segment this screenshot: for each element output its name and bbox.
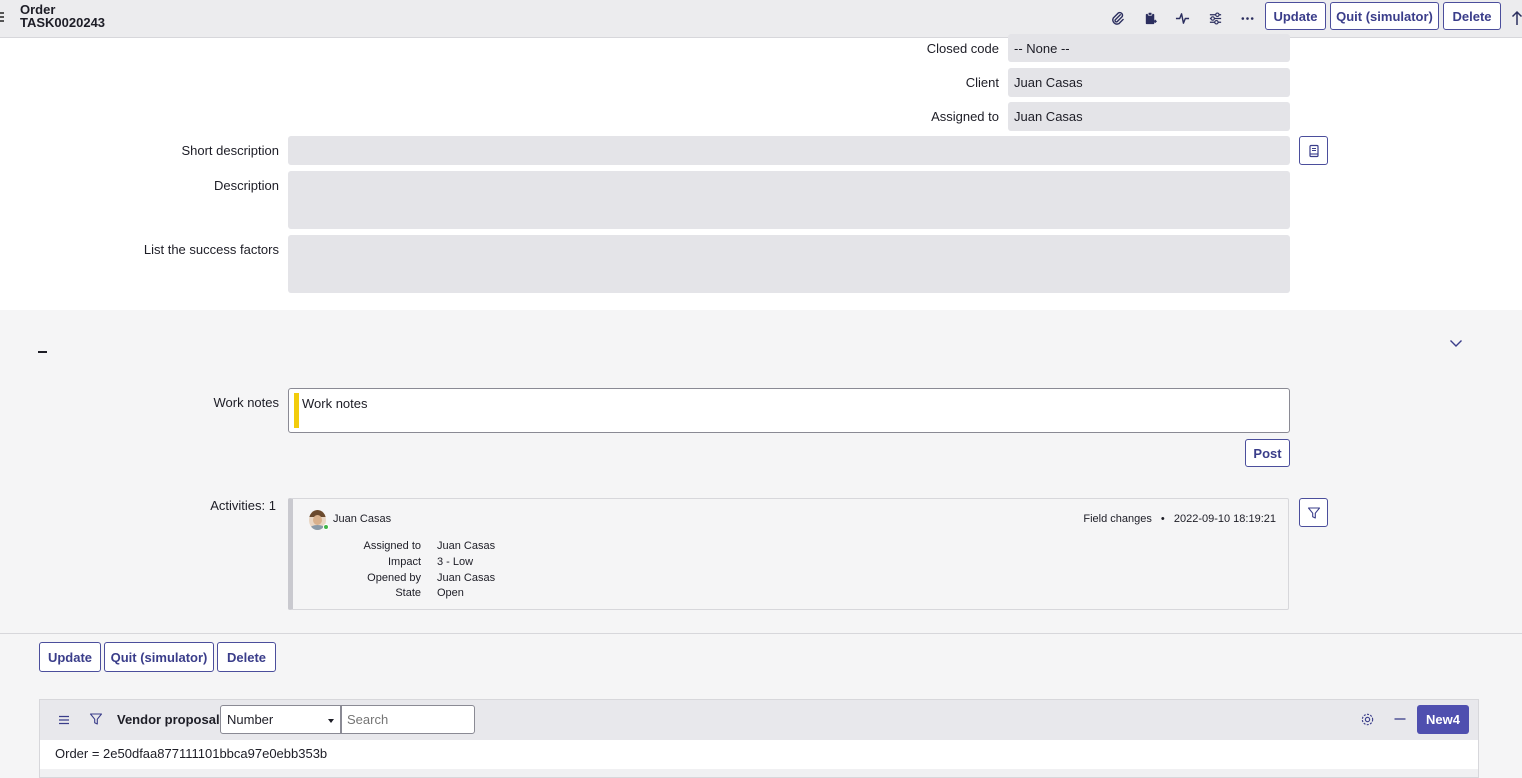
gear-icon[interactable] [1360,712,1375,727]
work-notes-placeholder: Work notes [302,396,368,411]
activity-author: Juan Casas [333,513,392,525]
quit-simulator-button[interactable]: Quit (simulator) [1330,2,1439,30]
related-list-vendor-proposals: Vendor proposals Number New4 Order = 2e5… [39,699,1479,778]
filter-condition[interactable]: Order = 2e50dfaa877111101bbca97e0ebb353b [55,746,327,761]
related-list-title: Vendor proposals [117,712,227,727]
work-notes-input[interactable]: Work notes [288,388,1290,433]
assigned-to-label: Assigned to [931,109,999,124]
caret-down-icon [328,719,334,723]
record-number: TASK0020243 [20,15,106,30]
activity-icon[interactable] [1173,9,1191,27]
change-value: Juan Casas [437,572,496,584]
clipboard-icon[interactable] [1141,9,1159,27]
update-button[interactable]: Update [1265,2,1326,30]
delete-button[interactable]: Delete [1443,2,1501,30]
section-divider [0,633,1522,634]
post-button[interactable]: Post [1245,439,1290,467]
success-factors-label: List the success factors [143,242,279,257]
bottom-quit-simulator-button[interactable]: Quit (simulator) [104,642,214,672]
chevron-down-icon[interactable] [1449,337,1463,349]
change-field: Impact [387,556,421,568]
change-field: Opened by [367,572,421,584]
collapse-section-icon[interactable] [38,351,47,353]
change-field: Assigned to [363,540,421,552]
client-field[interactable]: Juan Casas [1008,68,1290,97]
closed-code-select[interactable]: -- None -- [1008,34,1290,62]
activity-entry: Juan Casas Field changes • 2022-09-10 18… [288,498,1289,610]
new-button[interactable]: New4 [1417,705,1469,734]
breadcrumb: Order = 2e50dfaa877111101bbca97e0ebb353b [40,740,1478,769]
activity-separator: • [1160,513,1165,525]
more-icon[interactable] [1238,9,1256,27]
activity-type: Field changes [1083,513,1152,525]
description-label: Description [213,178,279,193]
activity-filter-button[interactable] [1299,498,1328,527]
activity-timestamp: 2022-09-10 18:19:21 [1173,513,1276,525]
related-list-header: Vendor proposals Number New4 [40,700,1478,740]
client-label: Client [965,75,999,90]
activity-meta: Field changes • 2022-09-10 18:19:21 [1083,513,1276,525]
presence-indicator [323,524,329,530]
arrow-up-icon[interactable] [1511,9,1522,27]
search-field-value: Number [227,712,274,727]
paperclip-icon[interactable] [1108,9,1126,27]
closed-code-label: Closed code [926,41,999,56]
bottom-update-button[interactable]: Update [39,642,101,672]
list-menu-icon[interactable] [57,713,71,727]
search-field-select[interactable]: Number [220,705,341,734]
menu-icon[interactable] [0,12,5,22]
bottom-delete-button[interactable]: Delete [217,642,276,672]
minimize-icon[interactable] [1393,712,1407,726]
suggestion-button[interactable] [1299,136,1328,165]
change-value: 3 - Low [437,556,474,568]
work-notes-label: Work notes [213,395,279,410]
change-value: Juan Casas [437,540,496,552]
filter-icon[interactable] [89,712,103,726]
book-icon [1308,144,1319,157]
filter-icon [1307,506,1320,519]
short-description-field[interactable] [288,136,1290,165]
description-textarea[interactable] [288,171,1290,229]
change-field: State [395,587,421,599]
assigned-to-field[interactable]: Juan Casas [1008,102,1290,131]
change-value: Open [437,587,464,599]
sliders-icon[interactable] [1206,9,1224,27]
search-input[interactable] [341,705,475,734]
form-header: Order TASK0020243 Update Quit (simulator… [0,0,1522,38]
work-notes-indicator [294,393,299,428]
activities-label: Activities: 1 [210,498,276,513]
success-factors-textarea[interactable] [288,235,1290,293]
form-section-details: Closed code -- None -- Client Juan Casas… [0,34,1522,310]
short-description-label: Short description [181,143,279,158]
